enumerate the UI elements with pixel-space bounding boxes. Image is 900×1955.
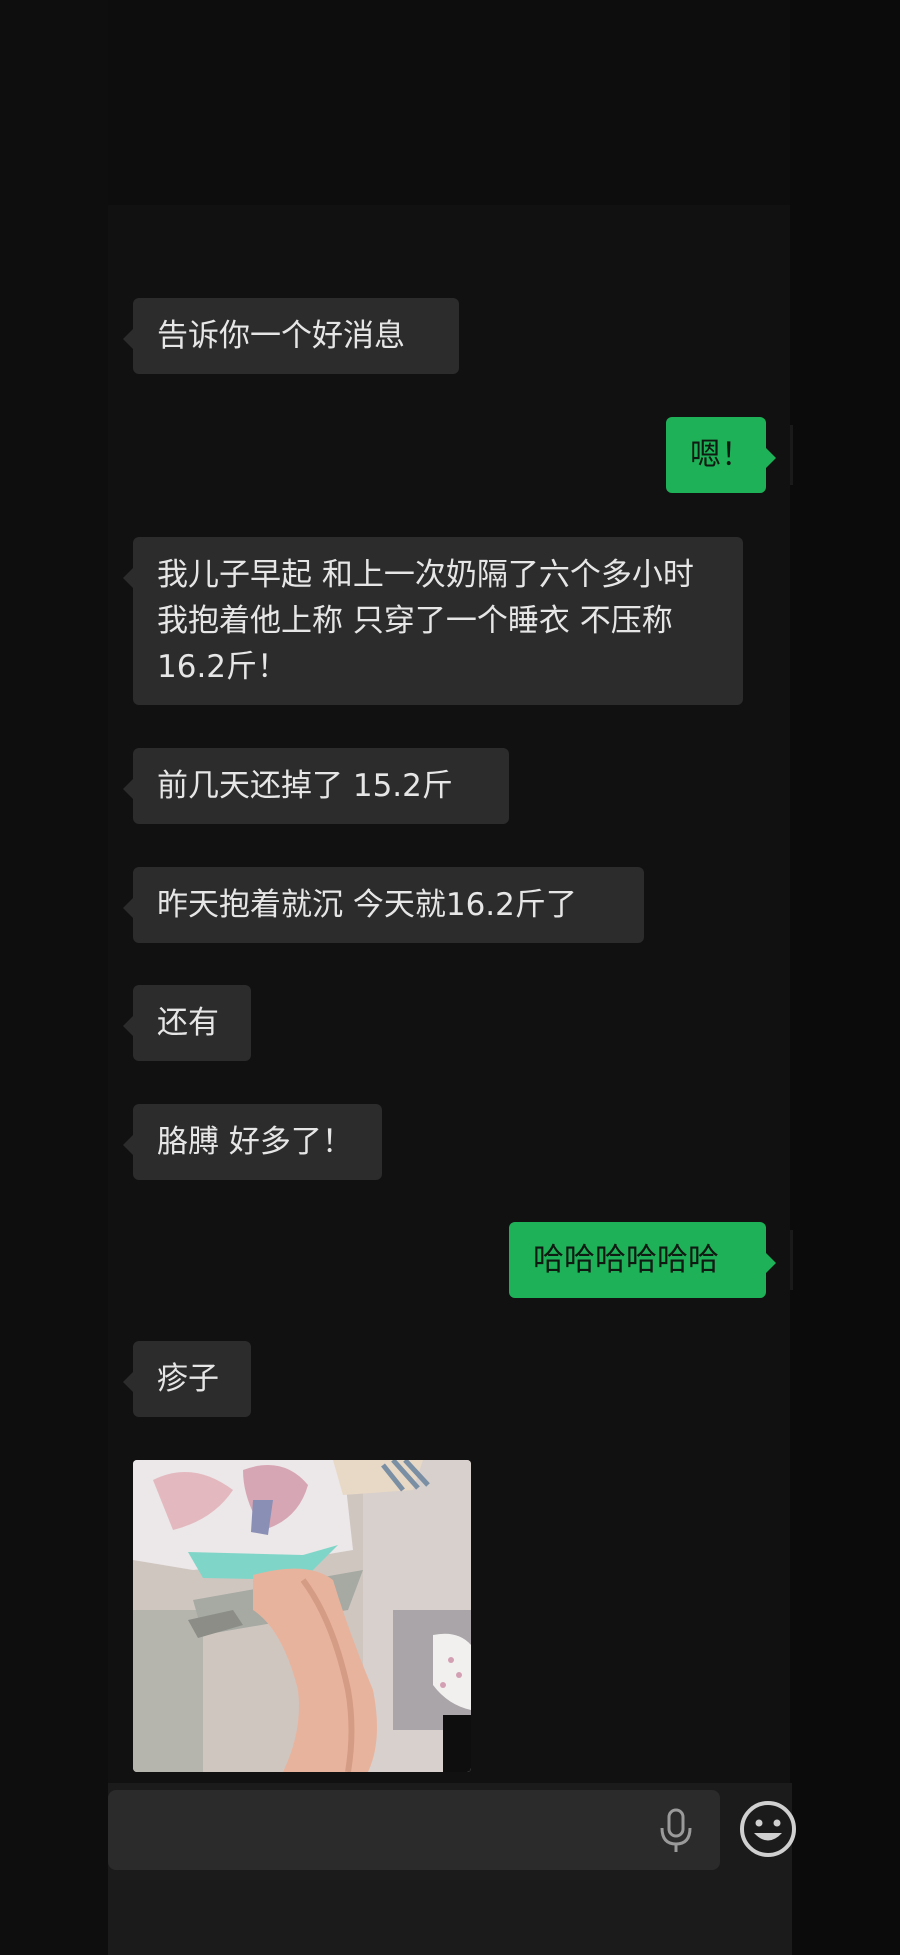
chat-header-area [108, 0, 792, 205]
message-bubble-outgoing[interactable]: 哈哈哈哈哈哈 [509, 1222, 776, 1298]
message-bubble-incoming[interactable]: 还有 [123, 985, 251, 1061]
image-message[interactable] [133, 1460, 471, 1772]
window-edge [790, 0, 900, 1955]
microphone-icon[interactable] [656, 1808, 696, 1854]
message-bubble-incoming[interactable]: 告诉你一个好消息 [123, 298, 459, 374]
message-bubble-incoming[interactable]: 疹子 [123, 1341, 251, 1417]
message-input[interactable] [108, 1790, 720, 1870]
message-bubble-incoming[interactable]: 胳膊 好多了！ [123, 1104, 382, 1180]
avatar-edge [790, 425, 793, 485]
emoji-icon[interactable] [738, 1798, 798, 1860]
message-bubble-outgoing[interactable]: 嗯！ [666, 417, 776, 493]
message-bubble-incoming[interactable]: 昨天抱着就沉 今天就16.2斤了 [123, 867, 644, 943]
message-bubble-incoming[interactable]: 前几天还掉了 15.2斤 [123, 748, 509, 824]
avatar-edge [790, 1230, 793, 1290]
message-bubble-incoming[interactable]: 我儿子早起 和上一次奶隔了六个多小时 我抱着他上称 只穿了一个睡衣 不压称 16… [123, 537, 743, 705]
baby-arm-photo [133, 1460, 471, 1772]
